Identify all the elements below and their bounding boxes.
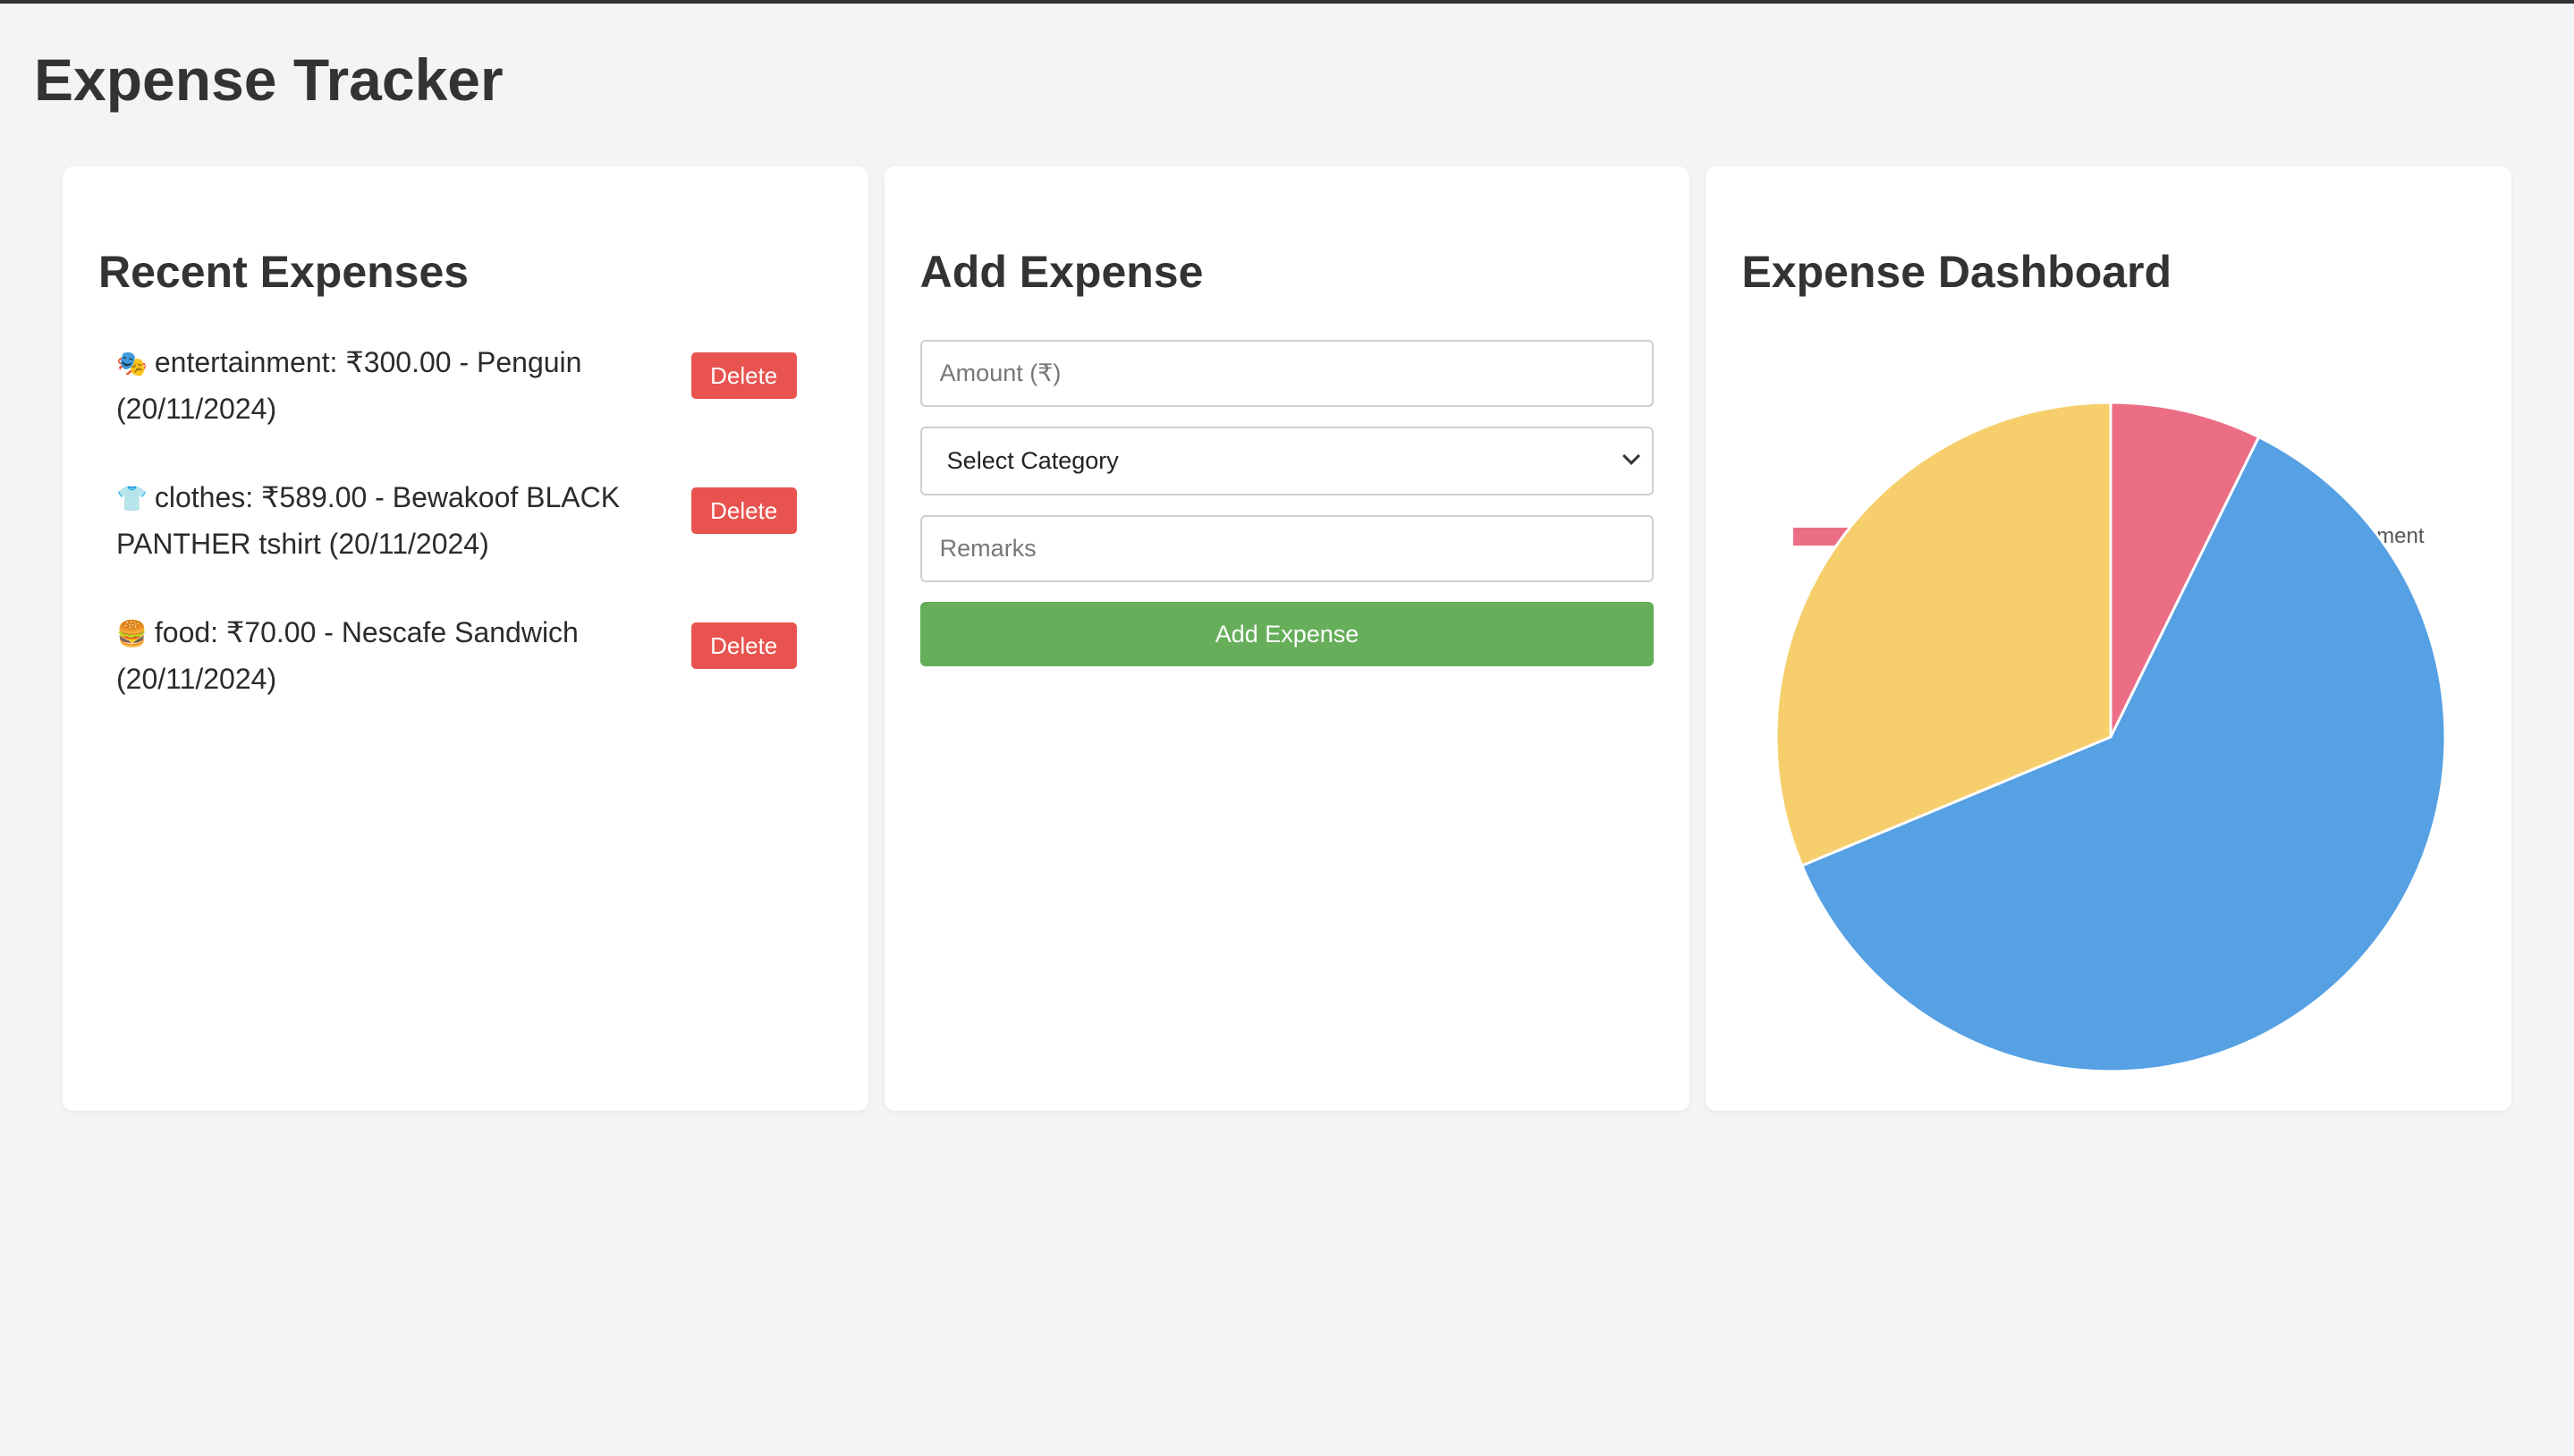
recent-expenses-panel: Recent Expenses 🎭 entertainment: ₹300.00 …: [63, 166, 868, 1111]
list-item: 👕 clothes: ₹589.00 - Bewakoof BLACK PANTH…: [116, 475, 815, 567]
delete-button[interactable]: Delete: [690, 622, 797, 669]
category-select[interactable]: Select Category: [919, 427, 1655, 495]
add-expense-title: Add Expense: [919, 247, 1204, 297]
expense-list: 🎭 entertainment: ₹300.00 - Penguin (20/11…: [98, 340, 833, 702]
expense-text: entertainment: ₹300.00 - Penguin (20/11/…: [116, 346, 582, 425]
theater-masks-icon: 🎭: [116, 350, 148, 377]
pie-chart: [1774, 401, 2447, 1073]
panels-row: Recent Expenses 🎭 entertainment: ₹300.00 …: [63, 166, 2512, 1111]
top-border: [0, 0, 2574, 4]
amount-input[interactable]: [919, 340, 1655, 407]
delete-button[interactable]: Delete: [690, 487, 797, 534]
expense-description: 👕 clothes: ₹589.00 - Bewakoof BLACK PANTH…: [116, 475, 689, 567]
list-item: 🎭 entertainment: ₹300.00 - Penguin (20/11…: [116, 340, 815, 432]
app-title: Expense Tracker: [34, 47, 504, 113]
expense-text: food: ₹70.00 - Nescafe Sandwich (20/11/2…: [116, 616, 579, 695]
remarks-input[interactable]: [919, 515, 1655, 582]
expense-text: clothes: ₹589.00 - Bewakoof BLACK PANTHE…: [116, 481, 621, 560]
expense-description: 🍔 food: ₹70.00 - Nescafe Sandwich (20/11/…: [116, 610, 689, 702]
burger-icon: 🍔: [116, 620, 148, 648]
expense-description: 🎭 entertainment: ₹300.00 - Penguin (20/11…: [116, 340, 689, 432]
expense-dashboard-panel: Expense Dashboard 🍔 food 👕 clothes 🎭 ent…: [1706, 166, 2512, 1111]
delete-button[interactable]: Delete: [690, 352, 797, 399]
recent-expenses-title: Recent Expenses: [98, 247, 470, 297]
category-select-value[interactable]: Select Category: [919, 427, 1655, 495]
tshirt-icon: 👕: [116, 485, 148, 512]
add-expense-panel: Add Expense Select Category Add Expense: [884, 166, 1690, 1111]
add-expense-button[interactable]: Add Expense: [919, 602, 1655, 666]
list-item: 🍔 food: ₹70.00 - Nescafe Sandwich (20/11/…: [116, 610, 815, 702]
